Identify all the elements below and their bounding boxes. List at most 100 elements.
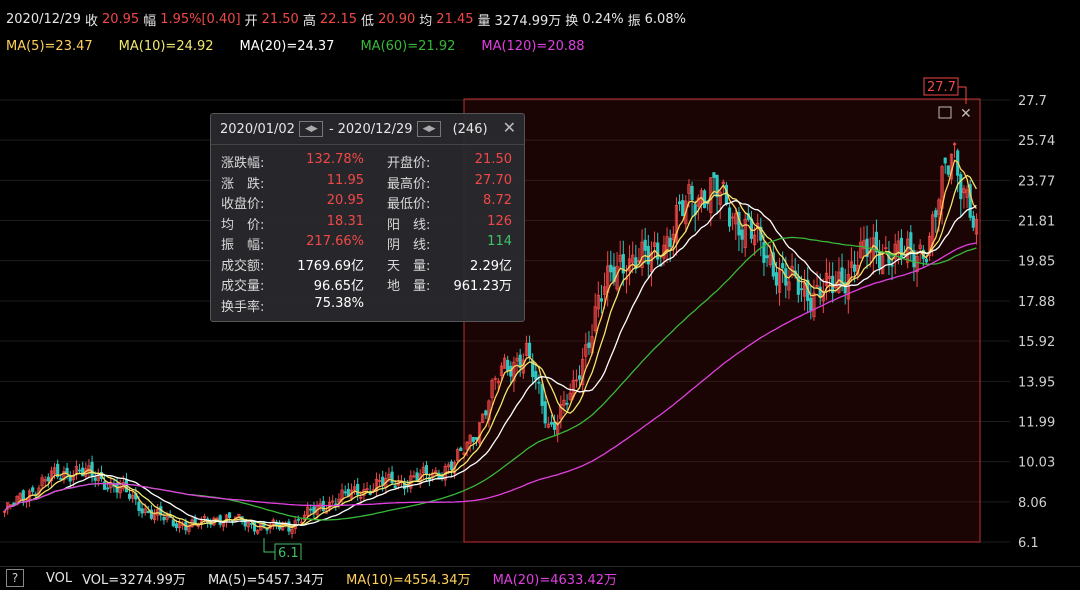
candle-body bbox=[127, 493, 132, 499]
y-tick-label: 10.03 bbox=[1018, 456, 1055, 471]
tooltip-row: 收盘价: 20.95 最低价: 8.72 bbox=[211, 193, 524, 213]
close-label: 收 bbox=[84, 13, 98, 29]
tooltip-row: 成交量: 96.65亿 地 量: 961.23万 bbox=[211, 275, 524, 295]
stat-label: 成交量: bbox=[221, 279, 265, 294]
stat-value: 20.95 bbox=[326, 193, 364, 208]
bar-count: (246) bbox=[452, 121, 488, 137]
volume-bar: ? VOL VOL=3274.99万 MA(5)=5457.34万 MA(10)… bbox=[0, 566, 1080, 589]
y-tick-label: 21.81 bbox=[1018, 215, 1055, 230]
candle-body bbox=[799, 288, 804, 291]
ma5-legend: MA(5)=23.47 bbox=[6, 38, 93, 54]
range-stats-tooltip: 2020/01/02 ◀▶ - 2020/12/29 ◀▶ (246) ✕ 涨跌… bbox=[210, 113, 525, 322]
volume-value: 3274.99万 bbox=[494, 13, 562, 29]
candle-body bbox=[21, 490, 25, 501]
candle-body bbox=[543, 401, 547, 424]
candle-body bbox=[549, 422, 554, 425]
candle-body bbox=[415, 472, 419, 481]
amplitude-value: 6.08% bbox=[644, 11, 686, 27]
candle-body bbox=[296, 518, 300, 521]
ma20-legend: MA(20)=24.37 bbox=[239, 38, 335, 54]
candle-body bbox=[309, 508, 313, 511]
y-tick-label: 27.7 bbox=[1018, 94, 1047, 109]
candle-body bbox=[506, 359, 510, 372]
high-marker-label: 27.7 bbox=[927, 80, 956, 95]
stat-label: 阴 线: bbox=[387, 238, 431, 253]
range-selection[interactable] bbox=[463, 98, 981, 543]
amplitude-label: 振 bbox=[627, 13, 641, 29]
stat-value: 11.95 bbox=[326, 172, 364, 188]
stat-value: 114 bbox=[487, 234, 512, 249]
y-tick-label: 6.1 bbox=[1018, 536, 1039, 551]
candle-body bbox=[77, 469, 82, 472]
turnover-value: 0.24% bbox=[582, 11, 624, 27]
ma-legend: MA(5)=23.47 MA(10)=24.92 MA(20)=24.37 MA… bbox=[0, 36, 1080, 56]
candle-body bbox=[681, 200, 685, 217]
candle-body bbox=[971, 215, 975, 228]
candle-body bbox=[599, 298, 604, 302]
high-label: 高 bbox=[302, 13, 316, 29]
range-end-stepper[interactable]: ◀▶ bbox=[416, 121, 441, 137]
candle-body bbox=[424, 465, 429, 475]
stat-value: 217.66% bbox=[306, 234, 364, 249]
candle-body bbox=[356, 484, 360, 496]
candle-body bbox=[774, 272, 779, 286]
candle-body bbox=[924, 258, 929, 263]
vol-ma5: MA(5)=5457.34万 bbox=[207, 572, 325, 588]
candle-body bbox=[646, 245, 650, 265]
stat-value: 961.23万 bbox=[453, 279, 513, 294]
kline-chart[interactable]: 27.7 25.74 23.77 21.81 19.85 17.88 15.92 13.95 1… bbox=[0, 60, 1080, 560]
vol-ma20: MA(20)=4633.42万 bbox=[492, 572, 618, 588]
low-marker-leader bbox=[263, 538, 275, 553]
candle-body bbox=[609, 264, 613, 273]
stat-value: 132.78% bbox=[306, 152, 364, 167]
tooltip-row: 涨跌幅: 132.78% 开盘价: 21.50 bbox=[211, 152, 524, 172]
close-icon[interactable]: ✕ bbox=[503, 118, 516, 137]
help-button[interactable]: ? bbox=[6, 569, 24, 587]
stat-value: 2.29亿 bbox=[470, 258, 512, 274]
candle-body bbox=[552, 421, 557, 430]
candle-body bbox=[712, 172, 716, 178]
volume-label: 量 bbox=[477, 13, 491, 29]
range-start: 2020/01/02 bbox=[220, 121, 295, 137]
candle-body bbox=[449, 461, 454, 471]
stat-value: 18.31 bbox=[326, 213, 364, 229]
candle-body bbox=[459, 447, 463, 452]
tooltip-row: 涨 跌: 11.95 最高价: 27.70 bbox=[211, 173, 524, 193]
candle-body bbox=[587, 342, 591, 348]
close-value: 20.95 bbox=[101, 11, 140, 27]
candle-body bbox=[474, 437, 479, 440]
candle-body bbox=[102, 481, 107, 490]
avg-label: 均 bbox=[419, 13, 433, 29]
y-tick-label: 25.74 bbox=[1018, 134, 1055, 149]
candle-body bbox=[668, 237, 672, 247]
candle-body bbox=[227, 512, 232, 518]
change-label: 幅 bbox=[143, 13, 157, 29]
range-start-stepper[interactable]: ◀▶ bbox=[298, 121, 323, 137]
candle-body bbox=[252, 520, 257, 532]
remove-selection-icon[interactable]: ✕ bbox=[960, 106, 972, 122]
candle-body bbox=[809, 297, 813, 311]
candle-body bbox=[852, 264, 857, 272]
ma60-legend: MA(60)=21.92 bbox=[360, 38, 456, 54]
ma120-legend: MA(120)=20.88 bbox=[481, 38, 585, 54]
candle-body bbox=[946, 165, 950, 175]
stat-label: 收盘价: bbox=[221, 197, 265, 212]
candle-body bbox=[46, 476, 50, 482]
open-label: 开 bbox=[244, 13, 258, 29]
stat-label: 地 量: bbox=[387, 279, 431, 294]
vol-indicator-label: VOL bbox=[46, 570, 73, 586]
candle-body bbox=[137, 501, 141, 511]
candle-body bbox=[656, 242, 660, 260]
stat-value: 96.65亿 bbox=[313, 279, 364, 294]
tooltip-row: 振 幅: 217.66% 阴 线: 114 bbox=[211, 234, 524, 254]
low-value: 20.90 bbox=[378, 11, 416, 27]
candle-body bbox=[740, 229, 744, 240]
stat-label: 涨跌幅: bbox=[221, 156, 265, 171]
stat-label: 最高价: bbox=[387, 176, 431, 192]
stat-value: 75.38% bbox=[314, 295, 364, 311]
candle-body bbox=[943, 157, 947, 164]
candle-body bbox=[106, 487, 110, 490]
vol-value: VOL=3274.99万 bbox=[82, 572, 186, 588]
range-dash: - bbox=[328, 121, 334, 137]
high-value: 22.15 bbox=[319, 11, 358, 27]
